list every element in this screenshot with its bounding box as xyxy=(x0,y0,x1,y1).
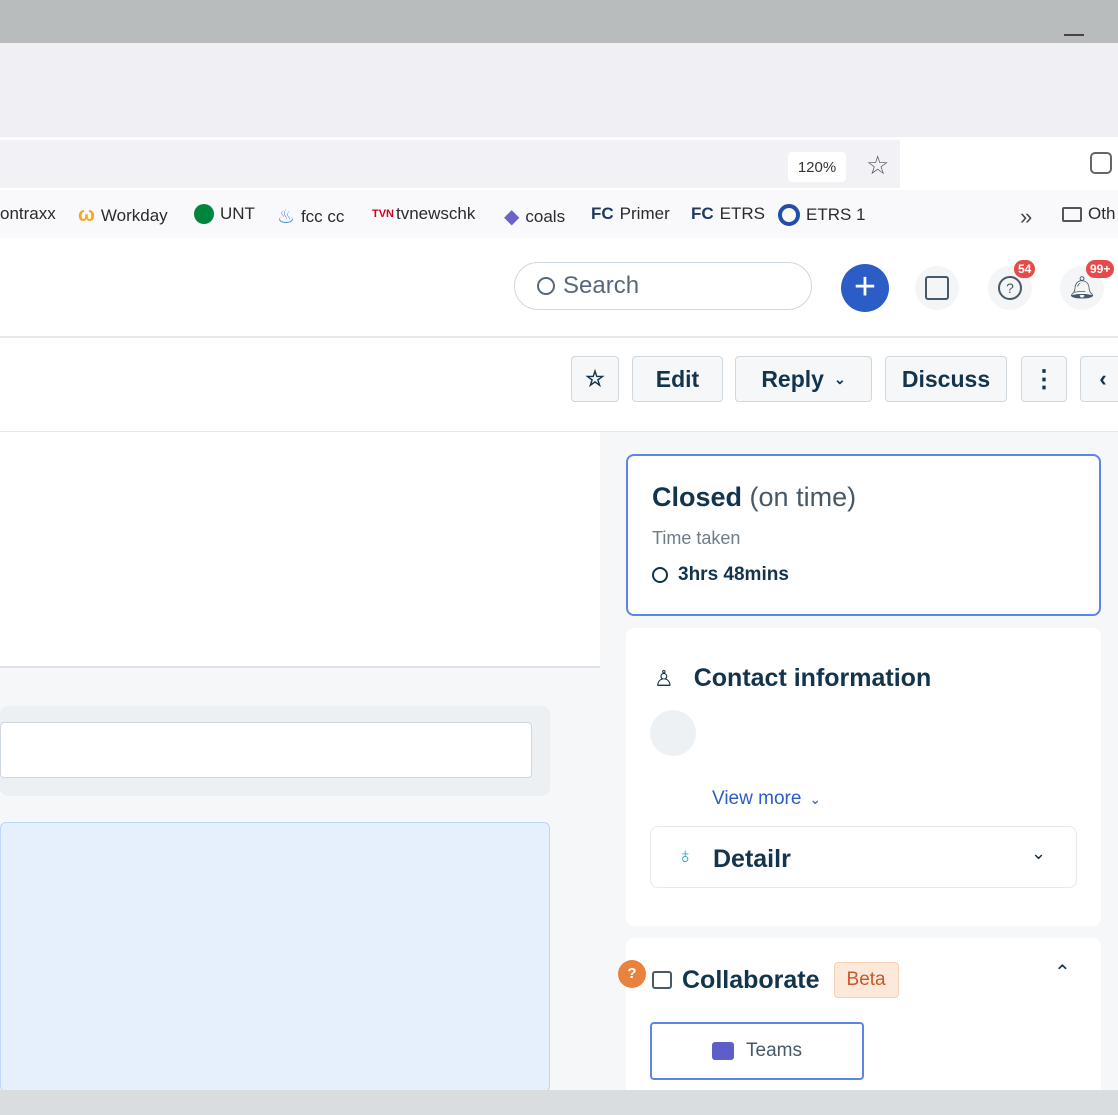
detailr-label: Detailr xyxy=(713,845,791,873)
fcc-icon: ♨ xyxy=(277,206,295,228)
collapse-panel-button[interactable]: ‹ xyxy=(1080,356,1118,402)
discuss-button[interactable]: Discuss xyxy=(885,356,1007,402)
detailr-icon: ♁ xyxy=(677,843,694,868)
bookmark-label: ontraxx xyxy=(0,204,56,223)
tvn-icon: TVN xyxy=(372,208,394,220)
search-icon xyxy=(537,277,555,295)
help-icon: ? xyxy=(998,276,1022,300)
chevron-down-icon: ⌄ xyxy=(809,790,822,807)
bookmarks-overflow-button[interactable]: » xyxy=(1020,204,1032,230)
discuss-label: Discuss xyxy=(901,365,991,392)
status-qualifier: (on time) xyxy=(749,482,857,512)
window-title-bar xyxy=(0,0,1118,43)
workday-icon: ω xyxy=(78,204,95,226)
search-placeholder: Search xyxy=(563,272,640,299)
avatar xyxy=(650,710,696,756)
reply-button[interactable]: Reply ⌄ xyxy=(735,356,872,402)
detailr-section[interactable]: ♁ Detailr ⌄ xyxy=(650,826,1077,888)
bookmark-unt[interactable]: UNT xyxy=(194,204,255,224)
bookmark-label: fcc cc xyxy=(300,206,345,226)
other-bookmarks-folder[interactable]: Oth xyxy=(1062,204,1115,224)
teams-label: Teams xyxy=(746,1040,802,1061)
beta-badge: Beta xyxy=(833,962,899,998)
edit-label: Edit xyxy=(655,365,700,392)
view-more-label: View more xyxy=(712,788,802,809)
bookmark-label: Workday xyxy=(100,205,168,225)
stopwatch-icon xyxy=(652,567,668,583)
bookmark-label: Oth xyxy=(1088,204,1116,223)
chevron-left-icon: ‹ xyxy=(1099,366,1107,391)
collaborate-card: ? Collaborate Beta ⌃ Teams xyxy=(618,938,1101,1098)
note-box xyxy=(0,822,550,1092)
status-text: Closed xyxy=(652,482,743,512)
star-icon: ☆ xyxy=(585,366,605,391)
fc-icon: FC xyxy=(691,204,714,223)
zoom-level-badge[interactable]: 120% xyxy=(788,152,846,182)
bookmark-label: UNT xyxy=(220,204,255,223)
bookmark-label: ETRS xyxy=(719,204,766,223)
bookmark-workday[interactable]: ω Workday xyxy=(78,204,168,227)
status-line: Closed (on time) xyxy=(652,482,856,513)
time-taken-row: 3hrs 48mins xyxy=(652,564,789,586)
circle-icon xyxy=(778,204,800,226)
unt-icon xyxy=(194,204,214,224)
bookmark-label: Primer xyxy=(619,204,670,223)
bookmark-star-icon[interactable]: ☆ xyxy=(866,150,889,181)
bookmark-ontraxx[interactable]: ontraxx xyxy=(0,204,56,224)
contact-title: Contact information xyxy=(693,664,932,692)
bookmark-tvnewschk[interactable]: TVN tvnewschk xyxy=(372,204,475,224)
contact-card-icon xyxy=(925,276,949,300)
bookmark-label: ETRS 1 xyxy=(806,205,866,224)
teams-icon xyxy=(712,1042,735,1060)
collaborate-title: Collaborate xyxy=(682,965,820,994)
contact-info-card: ♙ Contact information View more ⌄ ♁ Deta… xyxy=(626,628,1101,926)
chat-icon xyxy=(652,971,672,989)
diamond-icon: ◆ xyxy=(504,206,520,228)
kebab-menu-icon: ⋮ xyxy=(1032,365,1056,393)
person-icon: ♙ xyxy=(654,665,674,691)
contacts-button[interactable] xyxy=(915,266,959,310)
reply-label: Reply xyxy=(761,365,824,392)
address-bar[interactable] xyxy=(0,140,900,188)
chevron-down-icon: ⌄ xyxy=(1031,843,1047,863)
folder-icon xyxy=(1062,206,1082,222)
contact-header: ♙ Contact information xyxy=(654,664,931,693)
pocket-icon[interactable] xyxy=(1090,152,1112,174)
tab-strip xyxy=(0,43,1118,137)
fc-icon: FC xyxy=(591,204,614,223)
bookmark-label: coals xyxy=(525,206,566,226)
double-chevron-right-icon: » xyxy=(1020,204,1033,229)
help-badge: 54 xyxy=(1014,260,1036,278)
bookmark-label: tvnewschk xyxy=(396,204,476,223)
minimize-icon[interactable] xyxy=(1064,34,1084,36)
search-input[interactable]: Search xyxy=(514,262,812,310)
time-taken-label: Time taken xyxy=(652,528,741,548)
teams-button[interactable]: Teams xyxy=(650,1022,864,1080)
bookmark-etrs[interactable]: FC ETRS xyxy=(691,204,765,224)
edit-button[interactable]: Edit xyxy=(632,356,723,402)
bookmark-fcc-cc[interactable]: ♨ fcc cc xyxy=(277,204,344,229)
status-card: Closed (on time) Time taken 3hrs 48mins xyxy=(626,454,1101,616)
more-options-button[interactable]: ⋮ xyxy=(1021,356,1067,402)
plus-icon: + xyxy=(853,266,877,308)
new-item-button[interactable]: + xyxy=(841,264,889,312)
help-hint-icon[interactable]: ? xyxy=(618,960,646,988)
notification-badge: 99+ xyxy=(1086,260,1115,278)
reply-input[interactable] xyxy=(0,722,532,778)
view-more-link[interactable]: View more ⌄ xyxy=(712,788,821,810)
bookmark-etrs-1[interactable]: ETRS 1 xyxy=(778,204,866,226)
time-taken-value: 3hrs 48mins xyxy=(678,564,789,585)
chevron-up-icon[interactable]: ⌃ xyxy=(1054,960,1071,985)
ticket-description xyxy=(0,432,600,668)
bookmark-primer[interactable]: FC Primer xyxy=(591,204,670,224)
favorite-button[interactable]: ☆ xyxy=(571,356,619,402)
chevron-down-icon: ⌄ xyxy=(833,370,846,387)
bookmark-coals[interactable]: ◆ coals xyxy=(504,204,565,229)
taskbar-strip xyxy=(0,1090,1118,1115)
bell-icon: 🔔︎ xyxy=(1068,275,1096,300)
collaborate-header: Collaborate Beta xyxy=(652,962,899,998)
